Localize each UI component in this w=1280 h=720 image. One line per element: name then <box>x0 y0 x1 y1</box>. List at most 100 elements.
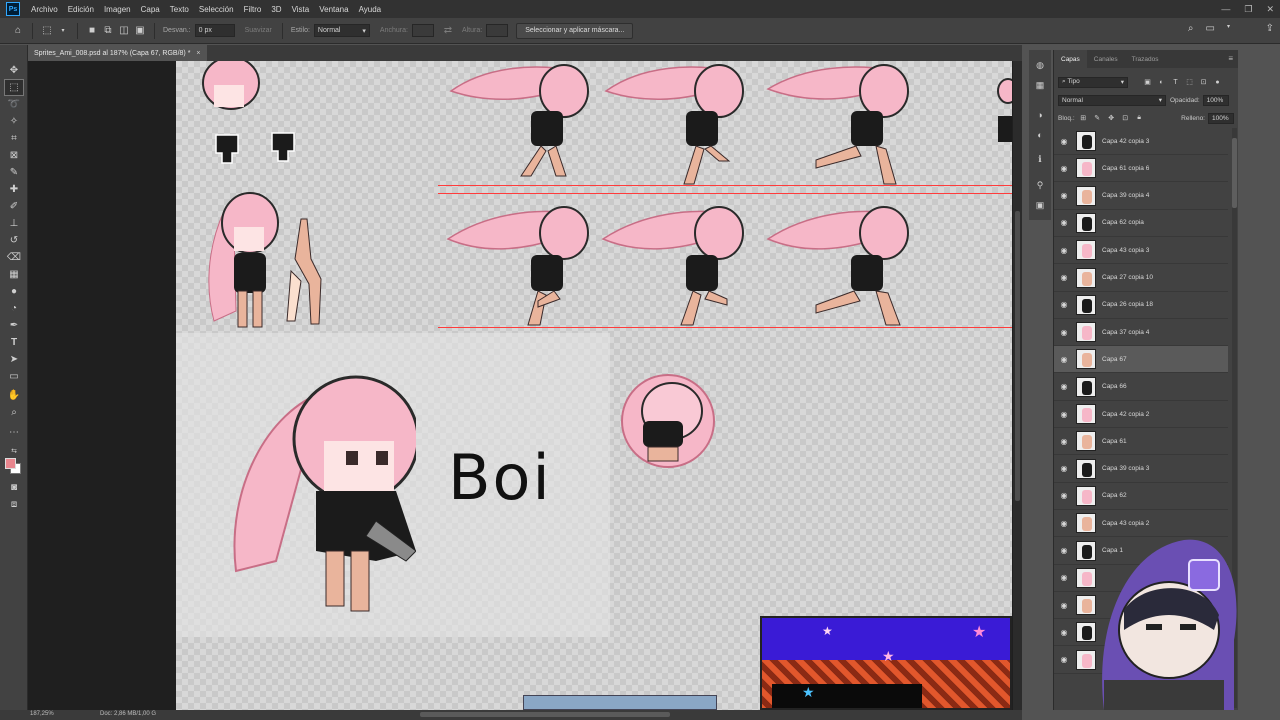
adjustments-icon[interactable]: ◑ <box>1033 108 1047 122</box>
hand-tool-icon[interactable]: ✋ <box>5 388 23 403</box>
opacity-input[interactable]: 100% <box>1202 94 1229 106</box>
screen-mode-icon[interactable]: ⧈ <box>5 497 23 512</box>
shape-filter-icon[interactable]: ⬚ <box>1184 77 1195 88</box>
clone-stamp-tool-icon[interactable]: ⊥ <box>5 216 23 231</box>
canvas-area[interactable]: Boi ★ ★ ★ ★ <box>28 61 1022 710</box>
menu-item[interactable]: Texto <box>165 5 194 14</box>
visibility-eye-icon[interactable]: ◉ <box>1054 546 1074 555</box>
tab-paths[interactable]: Trazados <box>1125 56 1166 68</box>
visibility-eye-icon[interactable]: ◉ <box>1054 191 1074 200</box>
layer-row[interactable]: ◉ Capa 66 <box>1054 374 1228 401</box>
zoom-level[interactable]: 187,25% <box>30 711 54 717</box>
menu-item[interactable]: Archivo <box>26 5 63 14</box>
menu-item[interactable]: Ventana <box>314 5 353 14</box>
home-icon[interactable]: ⌂ <box>10 23 26 39</box>
lock-transparency-icon[interactable]: ⊞ <box>1078 113 1089 124</box>
lasso-tool-icon[interactable]: ➰ <box>5 97 23 112</box>
more-tools-icon[interactable]: ⋯ <box>5 425 23 440</box>
path-selection-tool-icon[interactable]: ➤ <box>5 352 23 367</box>
pen-tool-icon[interactable]: ✒ <box>5 318 23 333</box>
layer-row[interactable]: ◉ Capa 61 copia 6 <box>1054 155 1228 183</box>
horizontal-scrollbar[interactable] <box>420 712 670 717</box>
layer-row[interactable]: ◉ Capa 62 copia <box>1054 210 1228 237</box>
visibility-eye-icon[interactable]: ◉ <box>1054 273 1074 282</box>
menu-item[interactable]: Capa <box>136 5 165 14</box>
layer-row[interactable]: ◉ Capa 37 copia 4 <box>1054 319 1228 347</box>
visibility-eye-icon[interactable]: ◉ <box>1054 464 1074 473</box>
visibility-eye-icon[interactable]: ◉ <box>1054 300 1074 309</box>
brush-tool-icon[interactable]: ✐ <box>5 199 23 214</box>
pixel-filter-icon[interactable]: ▣ <box>1142 77 1153 88</box>
new-selection-icon[interactable]: ■ <box>84 23 100 39</box>
lock-position-icon[interactable]: ✥ <box>1106 113 1117 124</box>
type-tool-icon[interactable]: T <box>5 335 23 350</box>
restore-icon[interactable]: ❐ <box>1244 4 1252 15</box>
layer-row[interactable]: ◉ Capa 62 <box>1054 483 1228 510</box>
feather-input[interactable]: 0 px <box>194 24 235 37</box>
menu-item[interactable]: Imagen <box>99 5 136 14</box>
blend-mode-select[interactable]: Normal ▾ <box>1058 94 1166 106</box>
workspace-icon[interactable]: ▭ <box>1206 23 1215 34</box>
width-input[interactable] <box>411 24 434 37</box>
fill-input[interactable]: 100% <box>1208 112 1234 124</box>
lock-pixels-icon[interactable]: ✎ <box>1092 113 1103 124</box>
layer-row[interactable]: ◉ Capa 27 copia 10 <box>1054 265 1228 292</box>
lock-artboard-icon[interactable]: ⊡ <box>1120 113 1131 124</box>
swap-colors-icon[interactable]: ⇆ <box>5 443 23 458</box>
tab-channels[interactable]: Canales <box>1087 56 1125 68</box>
filter-toggle-icon[interactable]: ● <box>1212 77 1223 88</box>
visibility-eye-icon[interactable]: ◉ <box>1054 491 1074 500</box>
subtract-selection-icon[interactable]: ◫ <box>116 23 132 39</box>
foreground-color-swatch[interactable] <box>5 458 16 469</box>
menu-item[interactable]: Filtro <box>239 5 267 14</box>
add-selection-icon[interactable]: ⧉ <box>100 23 116 39</box>
visibility-eye-icon[interactable]: ◉ <box>1054 573 1074 582</box>
visibility-eye-icon[interactable]: ◉ <box>1054 628 1074 637</box>
blur-tool-icon[interactable]: ● <box>5 284 23 299</box>
close-window-icon[interactable]: ✕ <box>1266 4 1274 15</box>
style-select[interactable]: Normal ▾ <box>313 24 370 37</box>
paths-icon[interactable]: ⚲ <box>1033 178 1047 192</box>
visibility-eye-icon[interactable]: ◉ <box>1054 328 1074 337</box>
scroll-thumb[interactable] <box>1232 138 1237 208</box>
swatches-icon[interactable]: ▣ <box>1033 198 1047 212</box>
visibility-eye-icon[interactable]: ◉ <box>1054 246 1074 255</box>
layer-row[interactable]: ◉ Capa 26 copia 18 <box>1054 292 1228 319</box>
visibility-eye-icon[interactable]: ◉ <box>1054 382 1074 391</box>
minimize-icon[interactable]: — <box>1221 4 1230 14</box>
layer-row[interactable]: ◉ Capa 61 <box>1054 428 1228 456</box>
visibility-eye-icon[interactable]: ◉ <box>1054 355 1074 364</box>
menu-item[interactable]: Edición <box>63 5 99 14</box>
menu-item[interactable]: Vista <box>287 5 315 14</box>
close-tab-icon[interactable]: × <box>196 50 200 57</box>
marquee-tool-icon[interactable]: ⬚ <box>4 79 24 96</box>
dodge-tool-icon[interactable]: ◔ <box>5 301 23 316</box>
tab-layers[interactable]: Capas <box>1054 50 1087 68</box>
antialias-label[interactable]: Suavizar <box>245 27 272 34</box>
layer-row[interactable]: ◉ Capa 39 copia 4 <box>1054 183 1228 210</box>
chevron-down-icon[interactable]: ▾ <box>1227 23 1230 34</box>
crop-tool-icon[interactable]: ⌗ <box>5 131 23 146</box>
rectangle-tool-icon[interactable]: ▭ <box>5 369 23 384</box>
layer-row[interactable]: ◉ Capa 42 copia 3 <box>1054 128 1228 155</box>
swap-dimensions-icon[interactable]: ⇄ <box>440 23 456 39</box>
filter-kind-select[interactable]: ⌕ Tipo ▾ <box>1058 76 1128 88</box>
panel-menu-icon[interactable]: ≡ <box>1228 54 1233 63</box>
menu-item[interactable]: Selección <box>194 5 239 14</box>
menu-item[interactable]: 3D <box>266 5 286 14</box>
healing-brush-tool-icon[interactable]: ✚ <box>5 182 23 197</box>
layer-row[interactable]: ◉ Capa 67 <box>1054 346 1228 374</box>
visibility-eye-icon[interactable]: ◉ <box>1054 218 1074 227</box>
libraries-icon[interactable]: ▦ <box>1033 78 1047 92</box>
vertical-scrollbar[interactable] <box>1013 61 1022 710</box>
menu-item[interactable]: Ayuda <box>354 5 387 14</box>
search-icon[interactable]: ⌕ <box>1188 23 1194 34</box>
layer-row[interactable]: ◉ Capa 43 copia 3 <box>1054 237 1228 265</box>
lock-all-icon[interactable]: 🔒︎ <box>1134 113 1145 124</box>
visibility-eye-icon[interactable]: ◉ <box>1054 410 1074 419</box>
intersect-selection-icon[interactable]: ▣ <box>132 23 148 39</box>
layer-row[interactable]: ◉ Capa 39 copia 3 <box>1054 456 1228 483</box>
layer-row[interactable]: ◉ Capa 42 copia 2 <box>1054 401 1228 428</box>
visibility-eye-icon[interactable]: ◉ <box>1054 601 1074 610</box>
document-tab[interactable]: Sprites_Ami_008.psd al 187% (Capa 67, RG… <box>28 45 207 61</box>
